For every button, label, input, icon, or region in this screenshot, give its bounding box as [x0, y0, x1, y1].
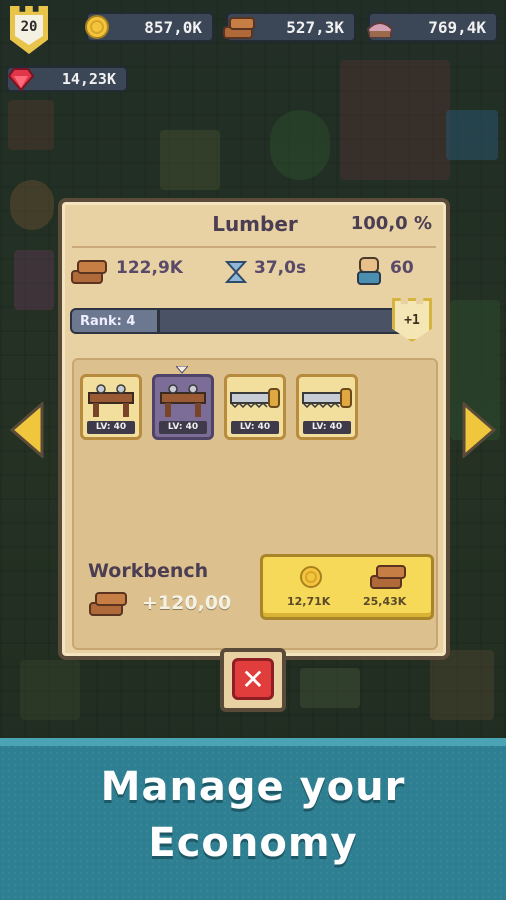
cost-wood: 25,43K	[363, 595, 407, 608]
selected-item-name: Workbench	[88, 560, 209, 582]
banner-line-2: Economy	[148, 820, 358, 866]
tool-level: LV: 40	[303, 421, 351, 434]
worker-count: 60	[390, 258, 414, 278]
banner-edge	[0, 738, 506, 746]
wood-output: 122,9K	[116, 258, 183, 278]
wood-icon	[71, 260, 107, 284]
coins-value: 857,0K	[144, 17, 202, 37]
wood-icon	[370, 565, 406, 589]
tool-slot-3[interactable]: LV: 40	[224, 374, 286, 440]
tool-level: LV: 40	[87, 421, 135, 434]
tool-slot-2-selected[interactable]: LV: 40	[152, 374, 214, 440]
hourglass-icon	[224, 261, 248, 283]
tool-slot-4[interactable]: LV: 40	[296, 374, 358, 440]
rank-label: Rank: 4	[72, 310, 160, 332]
divider	[72, 246, 436, 248]
tool-level: LV: 40	[231, 421, 279, 434]
wood-value: 527,3K	[286, 17, 344, 37]
production-percent: 100,0 %	[350, 213, 432, 234]
tool-level: LV: 40	[159, 421, 207, 434]
coin-icon	[85, 15, 109, 39]
saw-icon	[302, 388, 352, 409]
gems-value: 14,23K	[61, 70, 116, 88]
saw-icon	[230, 388, 280, 409]
workbench-icon	[160, 384, 206, 417]
worker-icon	[357, 257, 381, 285]
previous-building-arrow-icon[interactable]	[8, 402, 46, 458]
selection-marker-icon	[176, 366, 188, 374]
pie-icon	[366, 22, 394, 38]
top-resource-bar: 20 857,0K 527,3K 769,4K 14,23K	[0, 0, 506, 92]
cost-coins: 12,71K	[287, 595, 331, 608]
gem-icon	[7, 68, 35, 92]
wood-icon	[89, 592, 127, 616]
close-panel-button[interactable]: ✕	[220, 648, 286, 712]
wood-icon	[223, 17, 255, 39]
building-upgrade-panel: Lumber 100,0 % 122,9K 37,0s 60 Rank: 4 +…	[58, 198, 450, 660]
food-value: 769,4K	[428, 17, 486, 37]
upgrade-buy-button[interactable]: 12,71K 25,43K	[260, 554, 434, 620]
tool-slot-1[interactable]: LV: 40	[80, 374, 142, 440]
coin-icon	[300, 566, 322, 588]
item-bonus: +120,00	[142, 592, 232, 614]
rank-progress-bar: Rank: 4	[70, 308, 408, 334]
upgrade-section: LV: 40 LV: 40 LV: 40 LV: 40 Workbench +1…	[72, 358, 438, 650]
production-time: 37,0s	[254, 258, 307, 278]
banner-line-1: Manage your	[100, 764, 406, 810]
close-icon: ✕	[232, 658, 274, 700]
next-building-arrow-icon[interactable]	[460, 402, 498, 458]
rank-up-badge[interactable]: +1	[392, 298, 432, 342]
workbench-icon	[88, 384, 134, 417]
promo-banner	[0, 738, 506, 900]
